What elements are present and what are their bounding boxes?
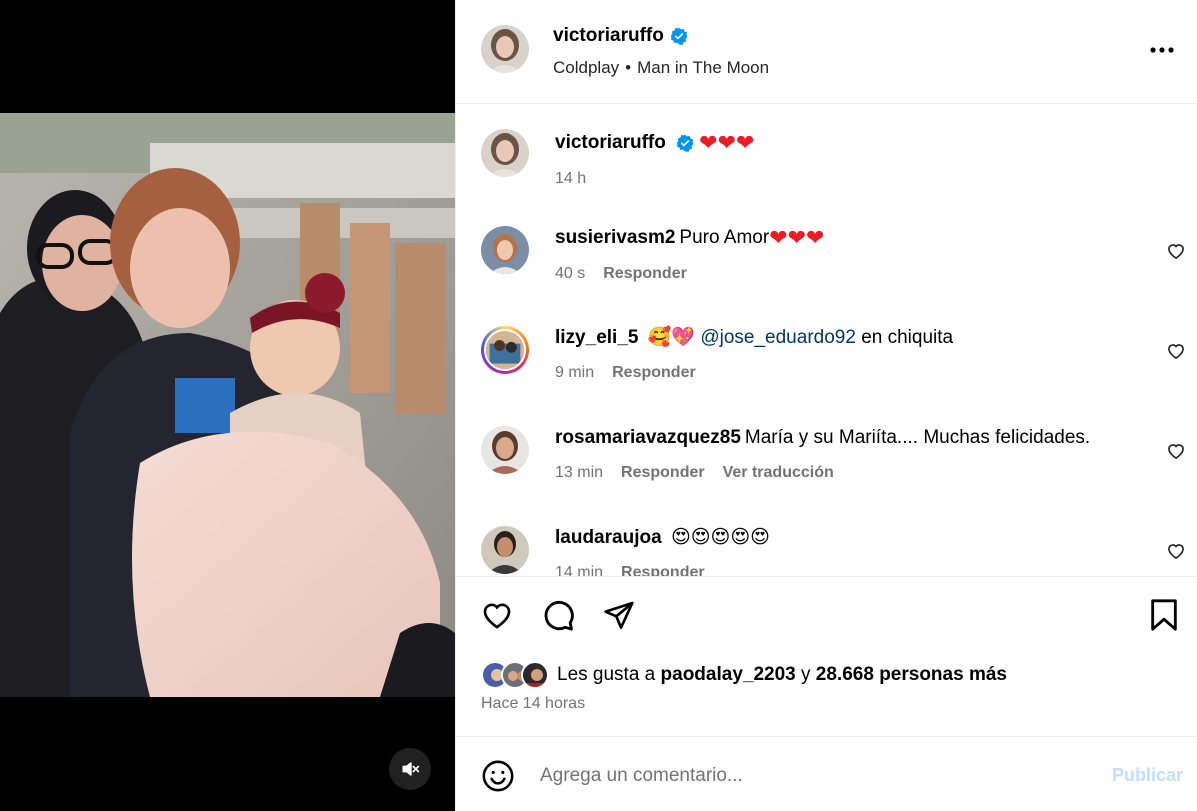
emoji-icon[interactable]: [481, 759, 515, 793]
likes-count[interactable]: 28.668 personas más: [816, 664, 1007, 685]
instagram-post-modal: victoriaruffo Coldplay • Man in The Moon v…: [0, 0, 1197, 811]
comment-button[interactable]: [540, 597, 576, 633]
post-actions: Les gusta a paodalay_2203 y 28.668 perso…: [456, 576, 1197, 736]
comment-time: 13 min: [555, 464, 604, 481]
mute-button[interactable]: [389, 748, 431, 790]
reply-button[interactable]: Responder: [612, 364, 696, 381]
audio-song[interactable]: Man in The Moon: [637, 58, 769, 77]
audio-artist[interactable]: Coldplay: [553, 58, 619, 77]
story-ring-avatar[interactable]: [481, 326, 529, 374]
comment-text: María y su Mariíta.... Muchas felicidade…: [744, 427, 1091, 448]
reply-button[interactable]: Responder: [603, 265, 687, 282]
post-media[interactable]: [0, 0, 455, 811]
commenter-avatar[interactable]: [481, 226, 529, 274]
verified-badge-icon: [676, 134, 694, 152]
like-button[interactable]: [479, 597, 515, 633]
more-options-button[interactable]: [1148, 40, 1176, 60]
comments-list[interactable]: victoriaruffo ❤❤❤ 14 h susierivasm2 Puro …: [456, 105, 1197, 576]
likes-summary[interactable]: Les gusta a paodalay_2203 y 28.668 perso…: [481, 660, 1007, 690]
comment-username[interactable]: rosamariavazquez85: [555, 427, 741, 448]
more-options-icon: [1150, 47, 1174, 53]
comment-emoji: 🥰💖: [647, 327, 696, 348]
likes-prefix: Les gusta a: [557, 664, 656, 685]
comment-icon: [544, 600, 574, 631]
save-button[interactable]: [1146, 597, 1182, 633]
audio-info[interactable]: Coldplay • Man in The Moon: [553, 58, 769, 78]
author-username-text[interactable]: victoriaruffo: [553, 25, 664, 46]
comment-text: en chiquita: [861, 327, 954, 348]
comment-time: 14 min: [555, 564, 604, 576]
comment-input[interactable]: [540, 757, 1060, 795]
comment-text: Puro Amor: [679, 227, 770, 248]
bookmark-icon: [1151, 599, 1177, 631]
caption-avatar[interactable]: [481, 129, 529, 177]
comment-username[interactable]: lizy_eli_5: [555, 327, 638, 348]
liker-avatar: [521, 661, 549, 689]
comment-like-heart-icon[interactable]: [1166, 341, 1186, 361]
comment-composer: Publicar: [456, 736, 1197, 811]
see-translation-button[interactable]: Ver traducción: [723, 464, 834, 481]
caption-time: 14 h: [555, 170, 587, 187]
comment-like-heart-icon[interactable]: [1166, 441, 1186, 461]
commenter-avatar[interactable]: [481, 526, 529, 574]
likes-conj: y: [801, 664, 811, 685]
author-username[interactable]: victoriaruffo: [553, 25, 688, 47]
post-side-panel: victoriaruffo Coldplay • Man in The Moon v…: [455, 0, 1197, 811]
comment-like-heart-icon[interactable]: [1166, 541, 1186, 561]
share-button[interactable]: [601, 597, 637, 633]
comment-time: 9 min: [555, 364, 595, 381]
post-header: victoriaruffo Coldplay • Man in The Moon: [456, 0, 1197, 104]
paper-plane-icon: [604, 601, 634, 629]
comment-username[interactable]: laudaraujoa: [555, 527, 662, 548]
heart-icon: [483, 603, 511, 629]
likes-text[interactable]: Les gusta a paodalay_2203 y 28.668 perso…: [557, 664, 1007, 686]
comment-like-heart-icon[interactable]: [1166, 241, 1186, 261]
caption-username[interactable]: victoriaruffo: [555, 132, 666, 153]
mention-link[interactable]: @jose_eduardo92: [700, 327, 856, 348]
post-photo[interactable]: [0, 113, 455, 697]
reply-button[interactable]: Responder: [621, 564, 705, 576]
author-avatar[interactable]: [481, 25, 529, 73]
commenter-avatar[interactable]: [481, 426, 529, 474]
comment-text: 😍😍😍😍😍: [670, 527, 770, 548]
post-timestamp[interactable]: Hace 14 horas: [481, 695, 585, 713]
post-comment-button[interactable]: Publicar: [1112, 765, 1183, 786]
caption-text: ❤❤❤: [699, 131, 755, 156]
comment-emoji: ❤❤❤: [769, 226, 825, 251]
speaker-muted-icon: [402, 762, 420, 776]
comment-username[interactable]: susierivasm2: [555, 227, 675, 248]
audio-separator: •: [625, 58, 632, 77]
reply-button[interactable]: Responder: [621, 464, 705, 481]
liker-username[interactable]: paodalay_2203: [661, 664, 796, 685]
verified-badge-icon: [670, 27, 688, 45]
comment-time: 40 s: [555, 265, 586, 282]
